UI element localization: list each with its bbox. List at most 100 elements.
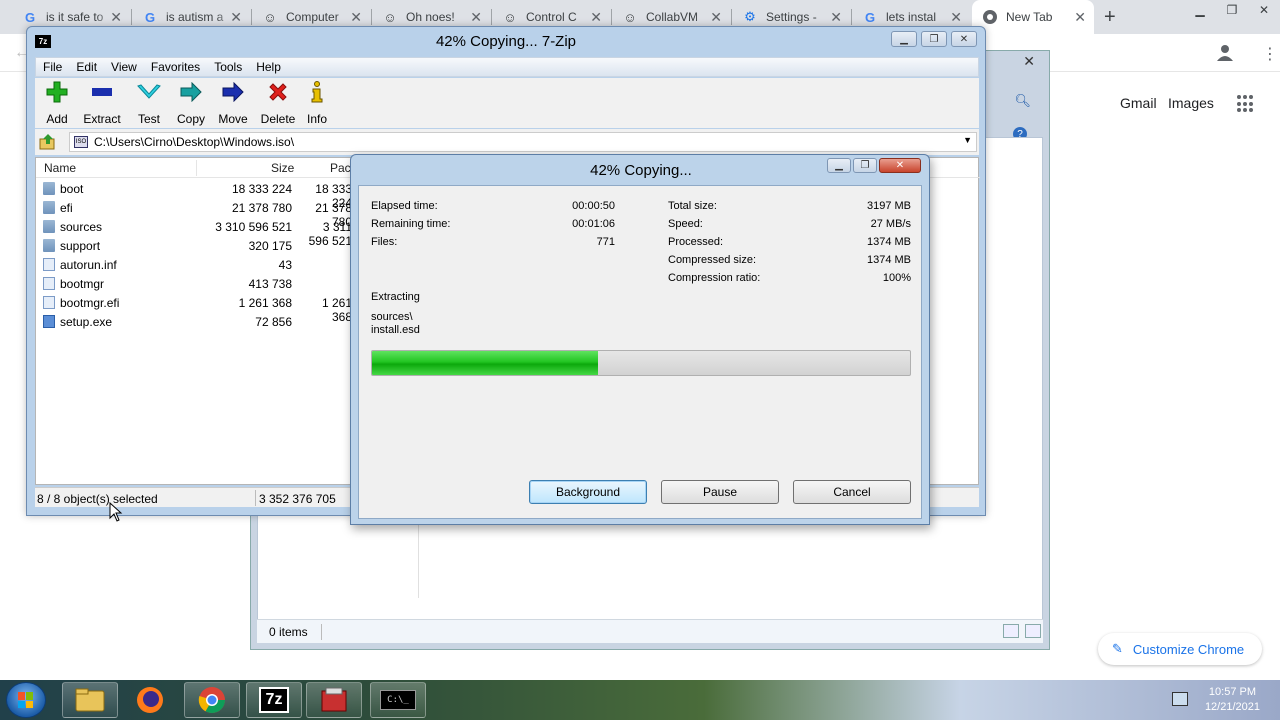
close-tab-icon[interactable]: ✕	[590, 9, 602, 26]
customize-chrome-button[interactable]: ✎ Customize Chrome	[1098, 633, 1262, 665]
current-directory: sources\	[371, 311, 413, 323]
gmail-link[interactable]: Gmail	[1120, 95, 1157, 111]
folder-icon	[43, 182, 55, 195]
move-icon	[211, 80, 255, 104]
file-name: setup.exe	[60, 315, 113, 329]
progress-bar	[371, 350, 911, 376]
taskbar-cmd[interactable]: C:\_	[370, 682, 426, 718]
close-tab-icon[interactable]: ✕	[830, 9, 842, 26]
info-button[interactable]: Info	[295, 80, 339, 126]
taskbar-7zip[interactable]: 7z	[246, 682, 302, 718]
add-icon	[35, 80, 79, 104]
chrome-icon	[198, 687, 226, 714]
folder-icon	[43, 239, 55, 252]
folder-icon	[43, 220, 55, 233]
compressed-size-label: Compressed size:	[668, 254, 757, 266]
file-name: autorun.inf	[60, 258, 117, 272]
taskbar-program[interactable]	[306, 682, 362, 718]
command-prompt-icon: C:\_	[380, 690, 416, 710]
file-size: 43	[278, 258, 292, 272]
restore-icon[interactable]: ❐	[853, 158, 877, 173]
images-link[interactable]: Images	[1168, 95, 1214, 111]
add-button[interactable]: Add	[35, 80, 79, 126]
menu-file[interactable]: File	[36, 60, 69, 74]
large-icons-view-icon[interactable]	[1025, 624, 1041, 638]
close-tab-icon[interactable]: ✕	[350, 9, 362, 26]
clock-time: 10:57 PM	[1208, 686, 1257, 698]
restore-icon[interactable]: ❐	[921, 31, 947, 47]
close-icon[interactable]: ✕	[1248, 0, 1280, 20]
close-icon[interactable]: ✕	[951, 31, 977, 47]
menu-view[interactable]: View	[104, 60, 144, 74]
taskbar-chrome[interactable]	[184, 682, 240, 718]
close-tab-icon[interactable]: ✕	[710, 9, 722, 26]
files-label: Files:	[371, 236, 398, 248]
copy-label: Copy	[176, 112, 205, 126]
chevron-down-icon[interactable]: ▼	[963, 135, 972, 145]
system-clock[interactable]: 10:57 PM 12/21/2021	[1205, 685, 1260, 715]
file-size: 413 738	[248, 277, 292, 291]
search-icon[interactable]: 🔍︎	[1014, 93, 1031, 109]
close-tab-icon[interactable]: ✕	[950, 9, 962, 26]
menu-help[interactable]: Help	[249, 60, 288, 74]
taskbar-explorer[interactable]	[62, 682, 118, 718]
network-icon[interactable]	[1172, 692, 1188, 706]
menu-favorites[interactable]: Favorites	[144, 60, 207, 74]
menu-tools[interactable]: Tools	[207, 60, 249, 74]
column-header-name[interactable]: Name	[44, 161, 76, 175]
chrome-tab-title: CollabVM	[646, 10, 699, 24]
sevenzip-titlebar[interactable]: 7z 42% Copying... 7-Zip ▁ ❐ ✕	[27, 27, 985, 55]
details-view-icon[interactable]	[1003, 624, 1019, 638]
move-label: Move	[218, 112, 248, 126]
executable-icon	[43, 315, 55, 328]
file-name: sources	[60, 220, 103, 234]
minimize-icon[interactable]: ▁	[891, 31, 917, 47]
move-button[interactable]: Move	[211, 80, 255, 126]
folder-icon	[43, 201, 55, 214]
progress-bar-fill	[372, 351, 598, 375]
test-button[interactable]: Test	[127, 80, 171, 126]
more-menu-icon[interactable]: ⋮	[1262, 44, 1278, 64]
operation-label: Extracting	[371, 291, 420, 303]
customize-chrome-label: Customize Chrome	[1132, 641, 1245, 657]
chrome-tab-active[interactable]: New Tab ✕	[972, 0, 1094, 34]
extract-label: Extract	[83, 112, 121, 126]
start-button[interactable]	[6, 682, 46, 718]
minimize-icon[interactable]: ▁	[1184, 0, 1216, 20]
dialog-body: Elapsed time: 00:00:50 Remaining time: 0…	[358, 185, 922, 519]
minimize-icon[interactable]: ▁	[827, 158, 851, 173]
chrome-tab-title: Computer	[286, 10, 339, 24]
compression-ratio-label: Compression ratio:	[668, 272, 761, 284]
background-button[interactable]: Background	[529, 480, 647, 504]
pause-button[interactable]: Pause	[661, 480, 779, 504]
copy-button[interactable]: Copy	[169, 80, 213, 126]
close-icon[interactable]: ✕	[1023, 53, 1035, 70]
close-tab-icon[interactable]: ✕	[1074, 9, 1086, 26]
column-header-size[interactable]: Size	[271, 161, 294, 175]
menu-edit[interactable]: Edit	[69, 60, 104, 74]
cancel-button[interactable]: Cancel	[793, 480, 911, 504]
file-size: 72 856	[255, 315, 292, 329]
close-tab-icon[interactable]: ✕	[110, 9, 122, 26]
profile-icon[interactable]	[1216, 43, 1234, 61]
google-apps-icon[interactable]	[1237, 95, 1255, 113]
file-size: 320 175	[248, 239, 292, 253]
path-input[interactable]: ISO C:\Users\Cirno\Desktop\Windows.iso\ …	[69, 132, 977, 152]
folder-up-icon[interactable]	[39, 133, 57, 151]
close-tab-icon[interactable]: ✕	[470, 9, 482, 26]
close-icon[interactable]: ✕	[879, 158, 921, 173]
speed-value: 27 MB/s	[870, 218, 911, 230]
gear-icon: ⚙	[744, 9, 756, 24]
close-tab-icon[interactable]: ✕	[230, 9, 242, 26]
chrome-tab-title: lets instal	[886, 10, 937, 24]
total-size-value: 3197 MB	[866, 200, 911, 212]
collabvm-icon: ☺	[383, 9, 397, 25]
taskbar-firefox[interactable]	[122, 682, 178, 718]
menu-bar: File Edit View Favorites Tools Help	[35, 57, 979, 77]
new-tab-button[interactable]: +	[1104, 6, 1116, 29]
settings-file-icon	[43, 258, 55, 271]
restore-icon[interactable]: ❐	[1216, 0, 1248, 20]
extract-button[interactable]: Extract	[77, 80, 127, 126]
iso-file-icon: ISO	[74, 136, 88, 148]
chrome-tab-title: Control C	[526, 10, 577, 24]
